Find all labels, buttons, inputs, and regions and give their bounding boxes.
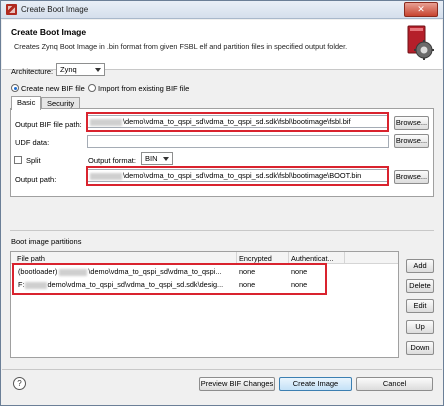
move-down-button[interactable]: Down [406, 341, 434, 355]
architecture-select[interactable]: Zynq [56, 63, 105, 76]
boot-image-gear-icon [407, 25, 434, 60]
cancel-button[interactable]: Cancel [356, 377, 433, 391]
create-image-button[interactable]: Create Image [279, 377, 352, 391]
create-boot-image-dialog: Create Boot Image ✕ Create Boot Image Cr… [0, 0, 444, 406]
architecture-value: Zynq [60, 65, 77, 74]
output-bif-highlight [86, 112, 389, 132]
column-encrypted[interactable]: Encrypted [239, 254, 272, 263]
chevron-down-icon [95, 68, 101, 72]
output-format-label: Output format: [88, 156, 136, 165]
header-description: Creates Zynq Boot Image in .bin format f… [14, 42, 348, 51]
output-path-browse-button[interactable]: Browse... [394, 170, 429, 184]
help-icon[interactable]: ? [13, 377, 26, 390]
output-path-label: Output path: [15, 175, 57, 184]
import-bif-radio[interactable] [88, 84, 96, 92]
output-format-value: BIN [145, 154, 158, 163]
udf-field[interactable] [87, 135, 389, 148]
split-label: Split [26, 156, 41, 165]
architecture-label: Architecture: [11, 67, 54, 76]
udf-label: UDF data: [15, 138, 50, 147]
create-new-bif-label: Create new BIF file [21, 84, 85, 93]
header-title: Create Boot Image [11, 27, 87, 37]
delete-partition-button[interactable]: Delete [406, 279, 434, 293]
split-checkbox[interactable] [14, 156, 22, 164]
column-authenticated[interactable]: Authenticat... [291, 254, 334, 263]
section-divider [10, 230, 434, 231]
column-separator [344, 252, 345, 264]
udf-browse-button[interactable]: Browse... [394, 134, 429, 148]
add-partition-button[interactable]: Add [406, 259, 434, 273]
footer-divider [2, 369, 442, 370]
xilinx-app-icon [6, 4, 17, 15]
output-bif-label: Output BIF file path: [15, 120, 82, 129]
output-format-select[interactable]: BIN [141, 152, 173, 165]
import-bif-label: Import from existing BIF file [98, 84, 190, 93]
preview-bif-button[interactable]: Preview BIF Changes [199, 377, 275, 391]
tab-basic[interactable]: Basic [11, 96, 42, 110]
chevron-down-icon [163, 157, 169, 161]
title-bar[interactable]: Create Boot Image ✕ [1, 1, 443, 19]
edit-partition-button[interactable]: Edit [406, 299, 434, 313]
create-new-bif-radio[interactable] [11, 84, 19, 92]
partitions-label: Boot image partitions [11, 237, 82, 246]
output-path-highlight [86, 166, 389, 186]
move-up-button[interactable]: Up [406, 320, 434, 334]
close-button[interactable]: ✕ [404, 2, 438, 17]
output-bif-browse-button[interactable]: Browse... [394, 116, 429, 130]
window-title: Create Boot Image [21, 5, 89, 14]
column-file-path[interactable]: File path [17, 254, 45, 263]
partitions-highlight [12, 263, 327, 295]
